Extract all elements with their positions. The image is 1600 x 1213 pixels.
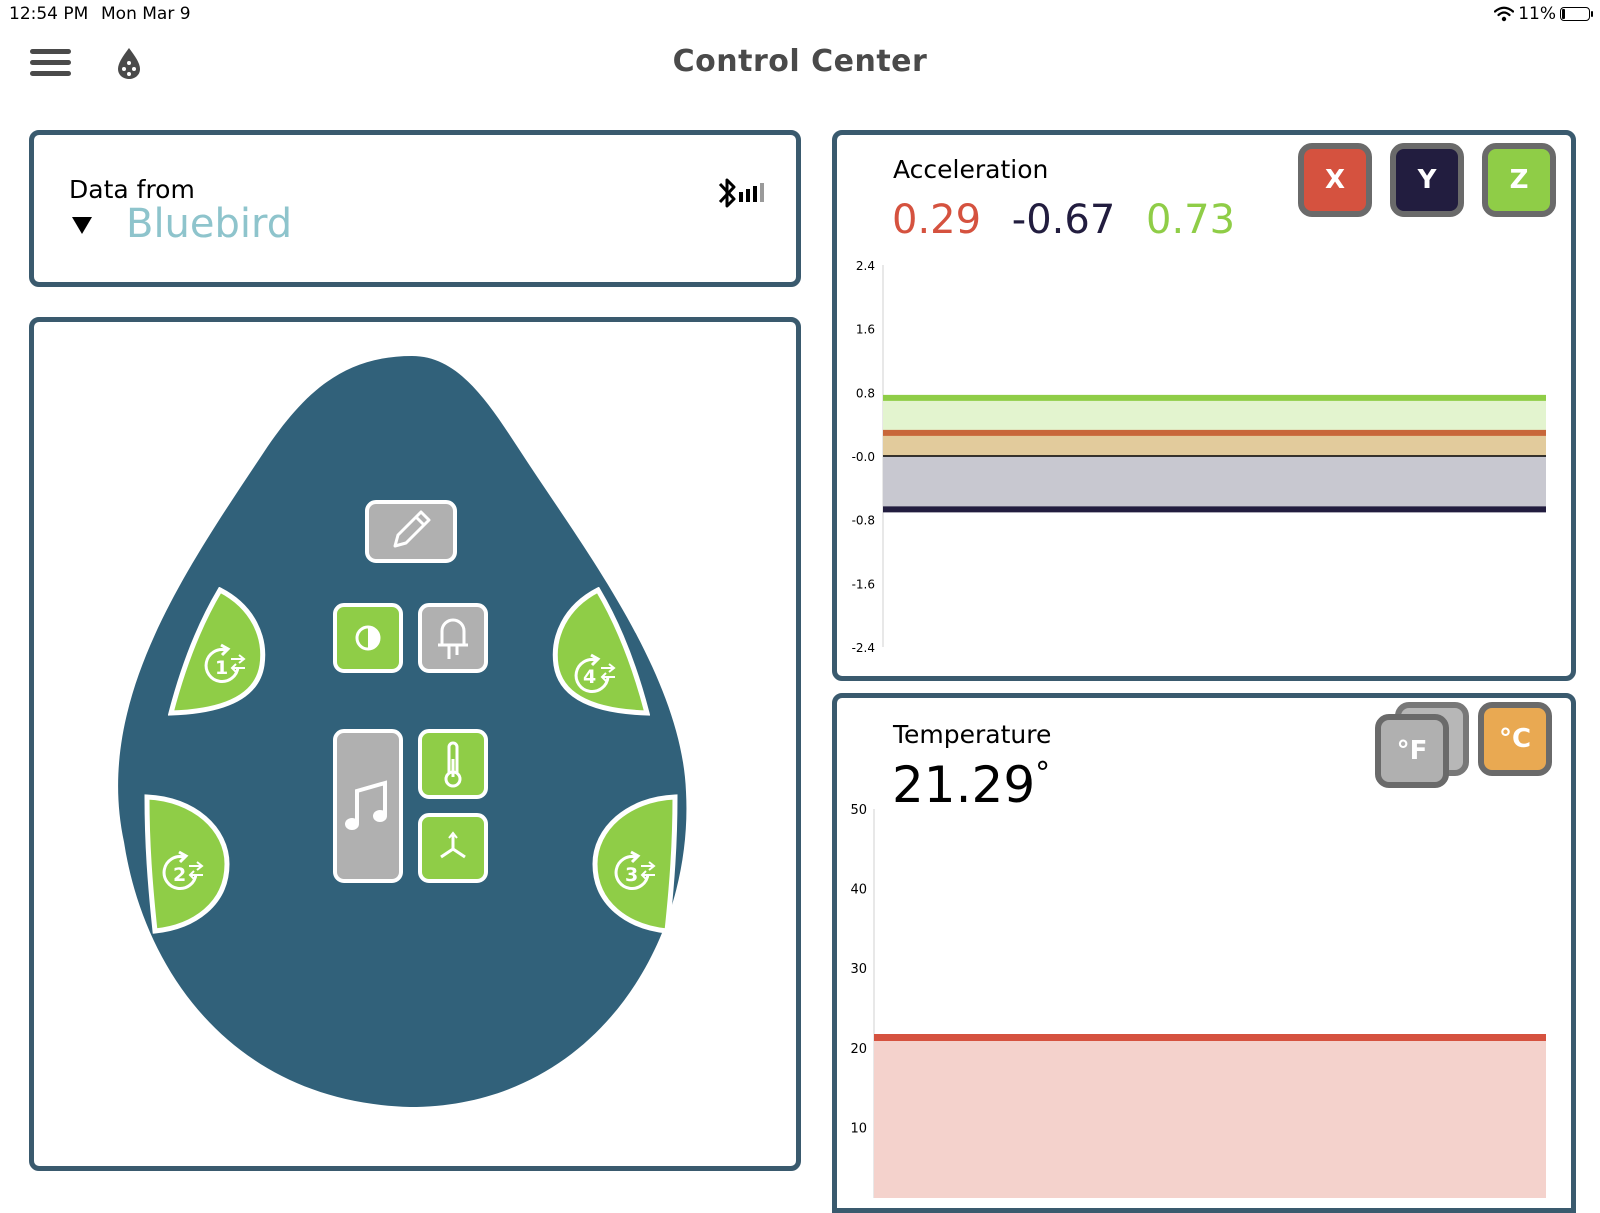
- device-card: Data from Bluebird: [29, 130, 801, 287]
- accelerometer-icon: [418, 813, 488, 883]
- temperature-area: [874, 1037, 1546, 1198]
- celsius-button[interactable]: °C: [1478, 702, 1552, 776]
- y-tick-label: 0.8: [856, 386, 875, 400]
- controls-card: 1 4 2 3: [29, 317, 801, 1171]
- series-area-x: [883, 432, 1546, 456]
- accel-x-value: 0.29: [892, 197, 982, 243]
- device-label: Data from: [69, 175, 195, 204]
- device-name[interactable]: Bluebird: [126, 201, 292, 247]
- temperature-button[interactable]: [418, 729, 488, 799]
- y-tick-label: 30: [850, 962, 867, 977]
- status-date: Mon Mar 9: [101, 4, 191, 24]
- music-button[interactable]: [333, 729, 403, 883]
- y-tick-label: -0.0: [852, 450, 875, 464]
- x-axis-toggle[interactable]: X: [1298, 143, 1372, 217]
- battery-icon: [1560, 7, 1593, 21]
- status-indicators: 11%: [1494, 4, 1593, 24]
- port-label: 2: [173, 864, 186, 886]
- y-tick-label: -0.8: [852, 514, 875, 528]
- accelerometer-button[interactable]: [418, 813, 488, 883]
- port-label: 4: [583, 666, 596, 688]
- light-sensor-icon: [333, 603, 403, 673]
- acceleration-chart: 2.4 1.6 0.8 -0.0 -0.8 -1.6 -2.4: [852, 259, 1546, 655]
- accel-y-value: -0.67: [1011, 197, 1116, 243]
- y-tick-label: -1.6: [852, 577, 875, 591]
- page-title: Control Center: [672, 44, 928, 79]
- battery-percent: 11%: [1518, 4, 1556, 24]
- acceleration-card: Acceleration 0.29 -0.67 0.73 X Y Z 2.4 1.…: [832, 130, 1576, 681]
- edit-icon: [365, 500, 457, 563]
- fahrenheit-button[interactable]: °F: [1375, 714, 1449, 788]
- port-3-button[interactable]: 3: [590, 794, 678, 934]
- y-tick-label: 2.4: [856, 259, 875, 273]
- bluetooth-signal-icon: [714, 175, 776, 211]
- edit-button[interactable]: [365, 500, 457, 563]
- device-dropdown-toggle[interactable]: [71, 215, 93, 241]
- y-tick-label: 10: [850, 1121, 867, 1136]
- accel-z-value: 0.73: [1146, 197, 1236, 243]
- y-axis-toggle[interactable]: Y: [1390, 143, 1464, 217]
- temperature-icon: [418, 729, 488, 799]
- temperature-card: Temperature 21.29° °F °C 50 40 30 20 10: [832, 693, 1576, 1213]
- port-label: 1: [215, 657, 228, 679]
- caret-down-icon: [72, 217, 92, 234]
- z-axis-toggle[interactable]: Z: [1482, 143, 1556, 217]
- series-area-y: [883, 456, 1546, 510]
- y-tick-label: 20: [850, 1042, 867, 1057]
- light-sensor-button[interactable]: [333, 603, 403, 673]
- led-icon: [418, 603, 488, 673]
- led-button[interactable]: [418, 603, 488, 673]
- temperature-title: Temperature: [893, 720, 1052, 749]
- temperature-chart: 50 40 30 20 10: [850, 803, 1546, 1198]
- port-2-button[interactable]: 2: [144, 794, 232, 934]
- port-4-button[interactable]: 4: [550, 586, 651, 717]
- y-tick-label: 1.6: [856, 323, 875, 337]
- acceleration-values: 0.29 -0.67 0.73: [892, 197, 1253, 243]
- port-1-button[interactable]: 1: [167, 586, 268, 717]
- acceleration-title: Acceleration: [893, 155, 1049, 184]
- wifi-icon: [1494, 6, 1515, 22]
- port-label: 3: [625, 864, 638, 886]
- music-icon: [333, 729, 403, 883]
- degree-symbol: °: [1035, 756, 1051, 791]
- y-tick-label: 50: [850, 803, 867, 818]
- y-tick-label: 40: [850, 883, 867, 898]
- status-time: 12:54 PM: [9, 4, 89, 24]
- y-tick-label: -2.4: [852, 641, 875, 655]
